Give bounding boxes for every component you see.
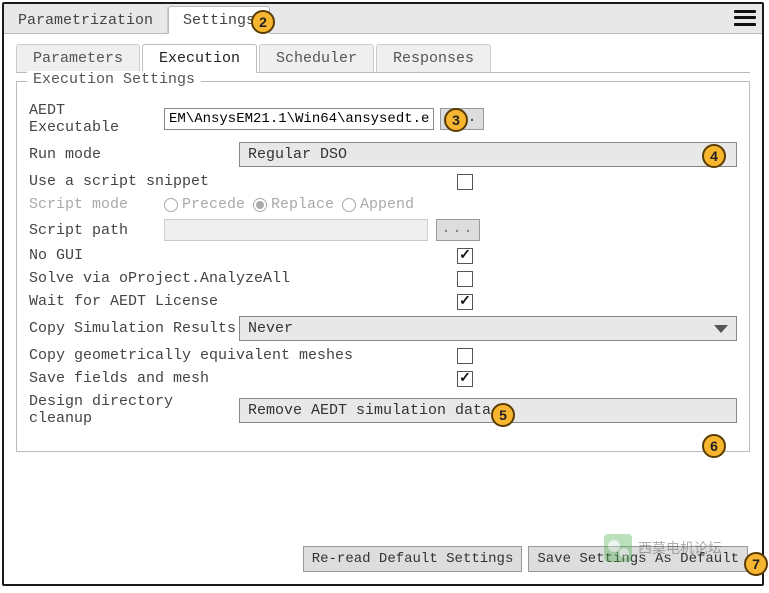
label-design-cleanup: Design directory cleanup (29, 393, 239, 427)
menu-icon[interactable] (734, 8, 756, 28)
label-no-gui: No GUI (29, 247, 457, 264)
label-script-mode: Script mode (29, 196, 164, 213)
script-mode-radio-group: Precede Replace Append (164, 196, 414, 213)
wait-license-checkbox[interactable] (457, 294, 473, 310)
annotation-badge-7: 7 (744, 552, 768, 576)
run-mode-dropdown[interactable]: Regular DSO (239, 142, 737, 167)
script-path-input (164, 219, 428, 241)
solve-analyzeall-checkbox[interactable] (457, 271, 473, 287)
script-path-browse-button[interactable]: ... (436, 219, 480, 241)
reread-default-button[interactable]: Re-read Default Settings (303, 546, 523, 572)
annotation-badge-2: 2 (251, 10, 275, 34)
copy-sim-results-dropdown[interactable]: Never (239, 316, 737, 341)
use-script-checkbox[interactable] (457, 174, 473, 190)
label-run-mode: Run mode (29, 146, 239, 163)
radio-replace[interactable]: Replace (253, 196, 334, 213)
label-copy-meshes: Copy geometrically equivalent meshes (29, 347, 457, 364)
radio-precede[interactable]: Precede (164, 196, 245, 213)
label-script-path: Script path (29, 222, 164, 239)
copy-meshes-checkbox[interactable] (457, 348, 473, 364)
no-gui-checkbox[interactable] (457, 248, 473, 264)
save-default-button[interactable]: Save Settings As Default (528, 546, 748, 572)
annotation-badge-5: 5 (491, 403, 515, 427)
tab-parameters[interactable]: Parameters (16, 44, 140, 72)
label-save-fields: Save fields and mesh (29, 370, 457, 387)
annotation-badge-4: 4 (702, 144, 726, 168)
radio-replace-label: Replace (271, 196, 334, 213)
radio-append-label: Append (360, 196, 414, 213)
annotation-badge-3: 3 (444, 108, 468, 132)
label-use-script-snippet: Use a script snippet (29, 173, 457, 190)
label-aedt-executable: AEDT Executable (29, 102, 164, 136)
aedt-executable-input[interactable] (164, 108, 434, 130)
radio-append[interactable]: Append (342, 196, 414, 213)
label-solve-analyzeall: Solve via oProject.AnalyzeAll (29, 270, 457, 287)
sub-tab-bar: Parameters Execution Scheduler Responses (16, 44, 750, 73)
top-tab-bar: Parametrization Settings (4, 4, 762, 34)
tab-scheduler[interactable]: Scheduler (259, 44, 374, 72)
execution-settings-group: Execution Settings AEDT Executable ... R… (16, 81, 750, 452)
group-title: Execution Settings (27, 71, 201, 88)
radio-precede-label: Precede (182, 196, 245, 213)
label-copy-sim-results: Copy Simulation Results (29, 320, 239, 337)
label-wait-license: Wait for AEDT License (29, 293, 457, 310)
tab-parametrization[interactable]: Parametrization (4, 7, 168, 33)
tab-execution[interactable]: Execution (142, 44, 257, 73)
tab-responses[interactable]: Responses (376, 44, 491, 72)
design-cleanup-dropdown[interactable]: Remove AEDT simulation data (239, 398, 737, 423)
save-fields-checkbox[interactable] (457, 371, 473, 387)
annotation-badge-6: 6 (702, 434, 726, 458)
